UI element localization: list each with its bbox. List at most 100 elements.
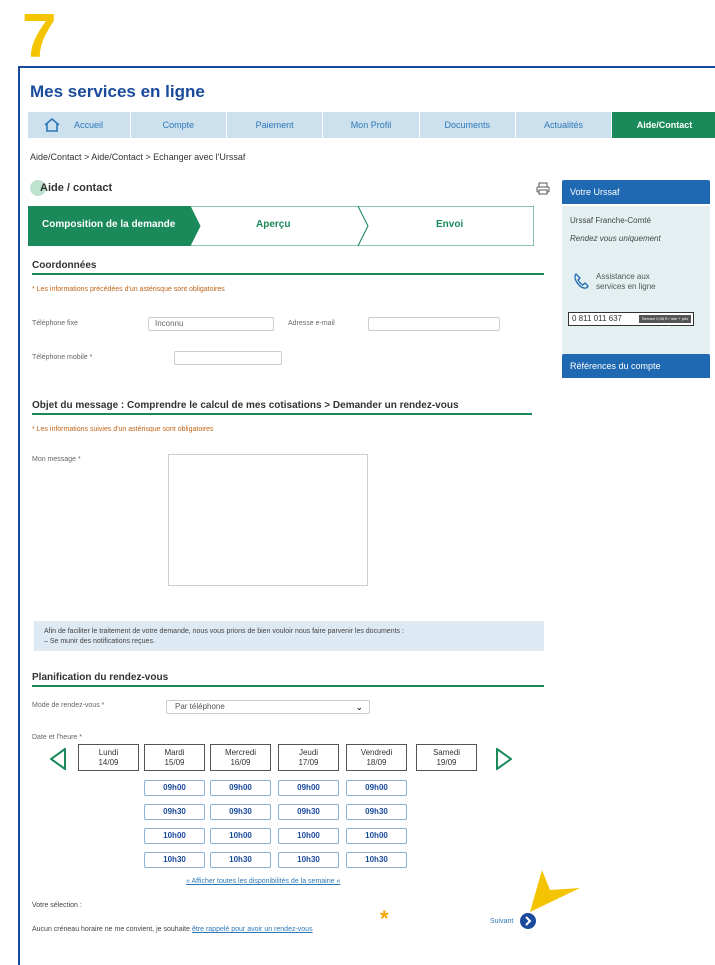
nav-item-accueil[interactable]: Accueil (28, 112, 131, 138)
phone-tariff-tag: Service 0,06 € / min + prix appel (639, 315, 691, 329)
fixed-phone-input[interactable]: Inconnu (148, 317, 274, 331)
no-slot-text: Aucun créneau horaire ne me convient, je… (32, 926, 313, 933)
time-slot[interactable]: 09h30 (278, 804, 339, 820)
time-slot[interactable]: 09h00 (210, 780, 271, 796)
mobile-phone-input[interactable] (174, 351, 282, 365)
next-label[interactable]: Suivant (490, 918, 513, 925)
time-slot[interactable]: 10h00 (278, 828, 339, 844)
required-note: * Les informations précédées d'un astéri… (32, 286, 225, 293)
time-slot[interactable]: 10h30 (278, 852, 339, 868)
tutorial-step-number: 7 (22, 2, 57, 71)
info-line: – Se munir des notifications reçues. (44, 638, 155, 645)
day-header-samedi: Samedi 19/09 (416, 744, 477, 771)
app-title: Mes services en ligne (30, 82, 205, 101)
assistance-line: Assistance aux (596, 272, 650, 281)
section-divider (32, 685, 544, 687)
section-divider (32, 413, 532, 415)
sidebar-urssaf-title: Votre Urssaf (562, 180, 710, 204)
time-slot[interactable]: 10h00 (144, 828, 205, 844)
chevron-down-icon: ⌄ (355, 702, 363, 712)
day-name: Mercredi (224, 748, 257, 757)
message-textarea[interactable] (168, 454, 368, 586)
time-slot[interactable]: 09h00 (144, 780, 205, 796)
day-header-jeudi: Jeudi 17/09 (278, 744, 339, 771)
message-label: Mon message * (32, 456, 81, 463)
step-indicator: Composition de la demande Aperçu Envoi (28, 206, 534, 246)
print-icon[interactable] (536, 182, 550, 200)
time-slot[interactable]: 10h30 (210, 852, 271, 868)
breadcrumb: Aide/Contact > Aide/Contact > Echanger a… (30, 152, 246, 162)
no-slot-sentence: Aucun créneau horaire ne me convient, je… (32, 926, 190, 933)
time-slot[interactable]: 10h30 (144, 852, 205, 868)
asterisk-marker-icon: * (380, 906, 389, 931)
email-input[interactable] (368, 317, 500, 331)
tutorial-pointer-arrow-icon (528, 868, 580, 921)
callback-link[interactable]: être rappelé pour avoir un rendez-vous (192, 926, 313, 933)
day-date: 19/09 (436, 758, 457, 767)
main-navbar: Accueil Compte Paiement Mon Profil Docum… (28, 112, 715, 138)
step-envoi: Envoi (436, 219, 464, 230)
sidebar-references-title[interactable]: Références du compte (562, 354, 710, 378)
show-all-availability-link[interactable]: » Afficher toutes les disponibilités de … (186, 878, 340, 885)
time-slot[interactable]: 09h00 (346, 780, 407, 796)
day-date: 15/09 (164, 758, 185, 767)
time-slot[interactable]: 10h00 (210, 828, 271, 844)
day-header-mardi: Mardi 15/09 (144, 744, 205, 771)
sidebar-urssaf-box: Urssaf Franche-Comté Rendez vous uniquem… (562, 206, 710, 356)
section-divider (32, 273, 544, 275)
nav-item-paiement[interactable]: Paiement (227, 112, 324, 138)
time-slot[interactable]: 09h30 (144, 804, 205, 820)
nav-item-compte[interactable]: Compte (131, 112, 228, 138)
nav-item-mon-profil[interactable]: Mon Profil (323, 112, 420, 138)
phone-number-box: 0 811 011 637 Service 0,06 € / min + pri… (568, 312, 694, 329)
time-slot[interactable]: 10h30 (346, 852, 407, 868)
day-header-vendredi: Vendredi 18/09 (346, 744, 407, 771)
date-label: Date et l'heure * (32, 734, 82, 741)
day-header-mercredi: Mercredi 16/09 (210, 744, 271, 771)
home-icon (44, 118, 60, 132)
info-box: Afin de faciliter le traitement de votre… (34, 621, 544, 651)
page-header: Aide / contact (30, 180, 550, 200)
step-composition: Composition de la demande (42, 219, 176, 230)
day-name: Lundi (98, 748, 119, 757)
nav-item-documents[interactable]: Documents (420, 112, 516, 138)
day-date: 18/09 (366, 758, 387, 767)
next-week-arrow-icon[interactable] (496, 747, 513, 775)
section-title-planification: Planification du rendez-vous (32, 672, 169, 683)
time-slot[interactable]: 10h00 (346, 828, 407, 844)
sidebar-region: Urssaf Franche-Comté (570, 216, 651, 225)
nav-item-aide-contact[interactable]: Aide/Contact (612, 112, 715, 138)
phone-icon (572, 272, 590, 295)
step-apercu: Aperçu (256, 219, 291, 230)
fixed-phone-label: Téléphone fixe (32, 320, 78, 327)
sidebar-note: Rendez vous uniquement (570, 234, 661, 243)
info-line: Afin de faciliter le traitement de votre… (44, 628, 404, 635)
page-title: Aide / contact (40, 182, 113, 194)
mode-label: Mode de rendez-vous * (32, 702, 105, 709)
day-name: Samedi (432, 748, 461, 757)
day-name: Jeudi (298, 748, 319, 757)
section-title-coordonnees: Coordonnées (32, 260, 97, 271)
assistance-line: services en ligne (596, 282, 656, 291)
prev-week-arrow-icon[interactable] (49, 747, 66, 775)
day-date: 14/09 (98, 758, 119, 767)
day-date: 16/09 (230, 758, 251, 767)
mobile-phone-label: Téléphone mobile * (32, 354, 93, 361)
selection-label: Votre sélection : (32, 902, 82, 909)
day-date: 17/09 (298, 758, 319, 767)
email-label: Adresse e-mail (288, 320, 335, 327)
time-slot[interactable]: 09h30 (210, 804, 271, 820)
time-slot[interactable]: 09h00 (278, 780, 339, 796)
required-note: * Les informations suivies d'un astérisq… (32, 426, 214, 433)
day-name: Mardi (164, 748, 185, 757)
day-header-lundi: Lundi 14/09 (78, 744, 139, 771)
nav-item-actualites[interactable]: Actualités (516, 112, 613, 138)
day-name: Vendredi (360, 748, 393, 757)
nav-item-label: Accueil (74, 120, 104, 130)
app-window: Mes services en ligne Accueil Compte Pai… (18, 66, 715, 965)
phone-number: 0 811 011 637 (572, 314, 622, 323)
time-slot[interactable]: 09h30 (346, 804, 407, 820)
mode-select-value: Par téléphone (175, 702, 225, 711)
section-title-objet: Objet du message : Comprendre le calcul … (32, 400, 459, 411)
mode-select[interactable]: Par téléphone ⌄ (166, 700, 370, 714)
